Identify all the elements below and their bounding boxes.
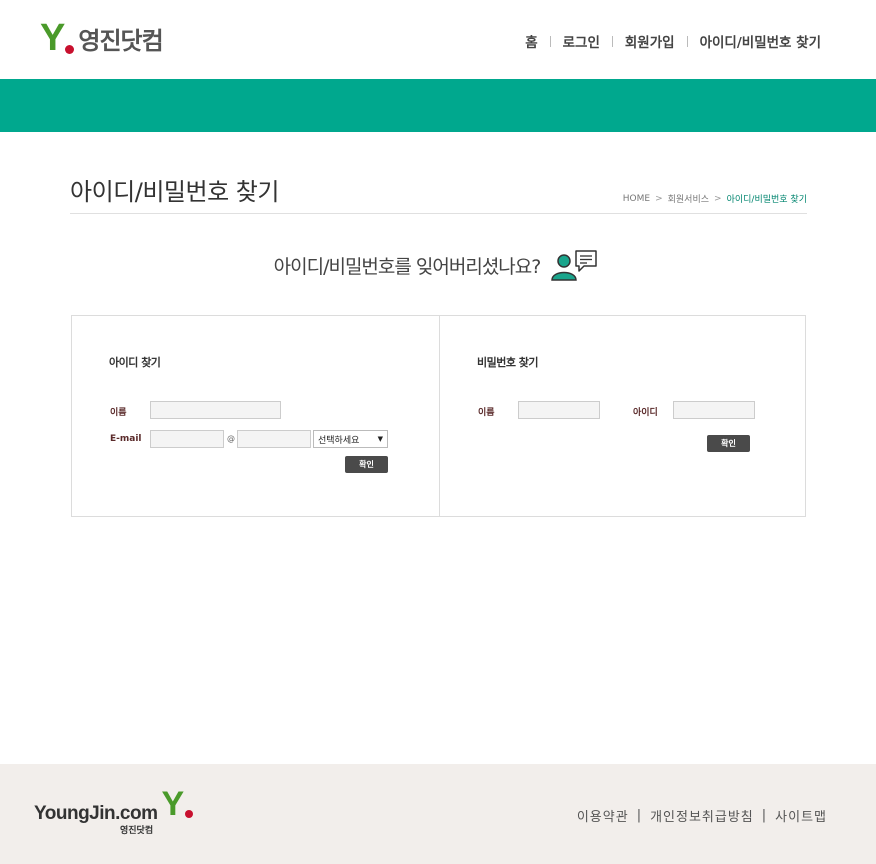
nav-divider: [686, 35, 688, 47]
footer-divider: |: [761, 808, 768, 823]
name-label: 이름: [110, 408, 127, 418]
question-text: 아이디/비밀번호를 잊어버리셨나요?: [273, 255, 542, 278]
find-pw-submit-button[interactable]: 확인: [707, 435, 750, 452]
page-title-row: 아이디/비밀번호 찾기 HOME > 회원서비스 > 아이디/비밀번호 찾기: [70, 170, 807, 214]
chevron-right-icon: >: [714, 193, 722, 204]
logo-dot: [65, 45, 75, 54]
footer-divider: |: [636, 808, 643, 823]
question-banner: 아이디/비밀번호를 잊어버리셨나요?: [0, 248, 876, 282]
find-id-name-input[interactable]: [150, 401, 281, 419]
site-header: Y 영진닷컴 홈 로그인 회원가입 아이디/비밀번호 찾기: [0, 0, 876, 79]
nav-home[interactable]: 홈: [525, 31, 537, 51]
nav-find-account[interactable]: 아이디/비밀번호 찾기: [700, 31, 821, 51]
email-label: E-mail: [110, 434, 142, 444]
site-footer: YoungJin.com Y 영진닷컴 이용약관 | 개인정보취급방침 | 사이…: [0, 764, 876, 864]
find-id-title: 아이디 찾기: [109, 356, 161, 369]
footer-logo-letter: Y: [161, 785, 185, 823]
caret-down-icon: ▼: [377, 435, 383, 443]
footer-logo-dot: [185, 810, 194, 818]
accent-band: [0, 79, 876, 132]
email-domain-select[interactable]: 선택하세요 ▼: [313, 430, 388, 448]
email-domain-input[interactable]: [237, 430, 311, 448]
page-title: 아이디/비밀번호 찾기: [70, 178, 279, 206]
find-panels: 아이디 찾기 이름 E-mail @ 선택하세요 ▼ 확인 비밀번호 찾기 이름…: [71, 315, 806, 517]
find-pw-name-input[interactable]: [518, 401, 600, 419]
find-id-submit-button[interactable]: 확인: [345, 456, 388, 473]
footer-link-sitemap[interactable]: 사이트맵: [775, 806, 827, 825]
breadcrumb-member-service[interactable]: 회원서비스: [668, 192, 709, 205]
breadcrumb-current: 아이디/비밀번호 찾기: [726, 195, 807, 205]
id-label: 아이디: [633, 408, 658, 418]
at-sign: @: [227, 434, 235, 443]
email-user-input[interactable]: [150, 430, 224, 448]
footer-link-terms[interactable]: 이용약관: [577, 806, 629, 825]
nav-divider: [611, 35, 613, 47]
logo-text: 영진닷컴: [78, 27, 163, 55]
site-logo[interactable]: Y 영진닷컴: [40, 17, 164, 59]
name-label: 이름: [478, 408, 495, 418]
footer-logo-text: YoungJin.com: [34, 803, 158, 824]
nav-login[interactable]: 로그인: [563, 31, 600, 51]
global-nav: 홈 로그인 회원가입 아이디/비밀번호 찾기: [525, 31, 821, 51]
footer-logo[interactable]: YoungJin.com Y 영진닷컴: [34, 785, 194, 836]
user-chat-icon: [551, 250, 598, 281]
footer-logo-sub: 영진닷컴: [120, 826, 154, 836]
nav-divider: [549, 35, 551, 47]
logo-letter: Y: [40, 17, 65, 59]
breadcrumb-home[interactable]: HOME: [623, 194, 650, 204]
find-pw-panel: 비밀번호 찾기 이름 아이디 확인: [439, 316, 805, 516]
find-pw-id-input[interactable]: [673, 401, 755, 419]
chevron-right-icon: >: [655, 193, 663, 204]
breadcrumb: HOME > 회원서비스 > 아이디/비밀번호 찾기: [623, 192, 807, 206]
footer-link-privacy[interactable]: 개인정보취급방침: [650, 806, 754, 825]
find-pw-title: 비밀번호 찾기: [477, 356, 539, 369]
nav-join[interactable]: 회원가입: [625, 31, 675, 51]
email-domain-select-value: 선택하세요: [318, 435, 360, 446]
find-id-panel: 아이디 찾기 이름 E-mail @ 선택하세요 ▼ 확인: [72, 316, 439, 516]
footer-nav: 이용약관 | 개인정보취급방침 | 사이트맵: [577, 806, 827, 825]
